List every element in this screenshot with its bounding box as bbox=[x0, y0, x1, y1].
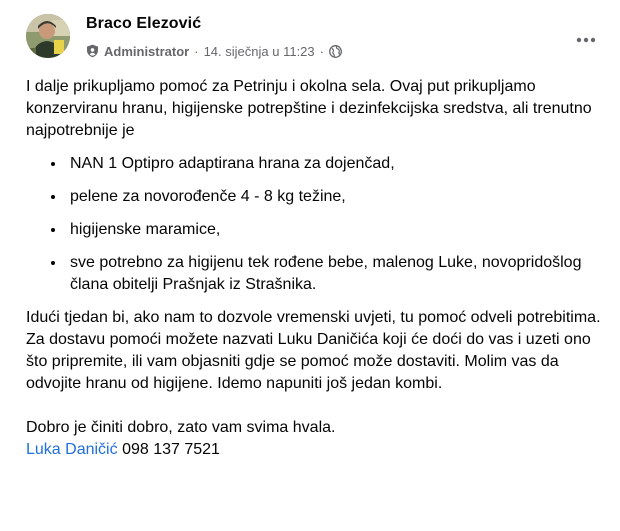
list-item: NAN 1 Optipro adaptirana hrana za dojenč… bbox=[66, 153, 606, 175]
contact-line: Luka Daničić 098 137 7521 bbox=[26, 439, 606, 461]
more-options-icon bbox=[576, 37, 596, 43]
list-item: higijenske maramice, bbox=[66, 219, 606, 241]
author-role: Administrator bbox=[104, 43, 190, 59]
meta-separator: · bbox=[319, 43, 324, 59]
avatar-photo bbox=[26, 14, 70, 58]
mention-link[interactable]: Luka Daničić bbox=[26, 441, 118, 458]
post-timestamp[interactable]: 14. siječnja u 11:23 bbox=[204, 44, 315, 59]
needs-list: NAN 1 Optipro adaptirana hrana za dojenč… bbox=[26, 153, 606, 296]
post-body: I dalje prikupljamo pomoć za Petrinju i … bbox=[26, 76, 606, 461]
meta-separator: · bbox=[194, 43, 199, 59]
more-options-button[interactable] bbox=[568, 22, 604, 58]
post-paragraph: Idući tjedan bi, ako nam to dozvole vrem… bbox=[26, 309, 601, 392]
admin-shield-icon bbox=[86, 44, 99, 58]
globe-icon[interactable] bbox=[329, 44, 342, 58]
author-name[interactable]: Braco Elezović bbox=[86, 15, 201, 33]
facebook-post: Braco Elezović Administrator · 14. siječ… bbox=[0, 0, 620, 531]
list-item: sve potrebno za higijenu tek rođene bebe… bbox=[66, 252, 606, 296]
list-item: pelene za novorođenče 4 - 8 kg težine, bbox=[66, 186, 606, 208]
post-intro: I dalje prikupljamo pomoć za Petrinju i … bbox=[26, 78, 592, 139]
post-closing: Dobro je činiti dobro, zato vam svima hv… bbox=[26, 419, 336, 436]
author-avatar[interactable] bbox=[26, 14, 70, 58]
post-meta: Administrator · 14. siječnja u 11:23 · bbox=[86, 42, 342, 60]
phone-number: 098 137 7521 bbox=[122, 441, 220, 458]
